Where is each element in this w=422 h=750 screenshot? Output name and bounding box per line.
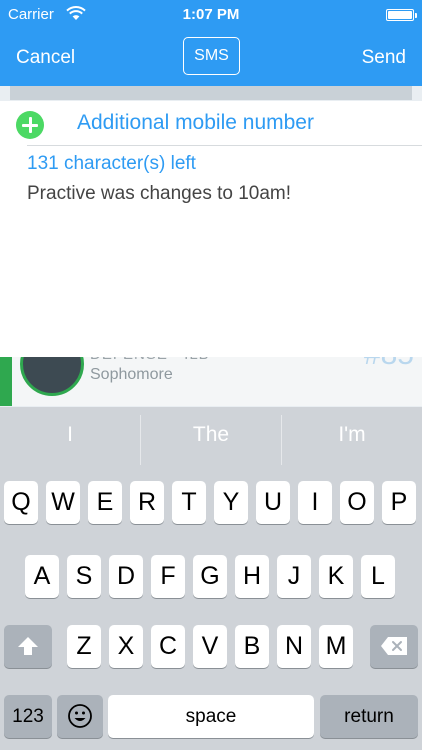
key-s[interactable]: S — [67, 555, 101, 598]
key-e[interactable]: E — [88, 481, 122, 524]
suggestion-2[interactable]: The — [141, 407, 281, 465]
status-bar: Carrier 1:07 PM — [0, 0, 422, 30]
status-time: 1:07 PM — [182, 6, 240, 23]
emoji-icon — [68, 704, 92, 728]
message-text-area[interactable]: Practive was changes to 10am! — [27, 183, 291, 205]
add-circle-icon[interactable] — [16, 111, 44, 139]
delete-icon — [381, 637, 407, 655]
key-q[interactable]: Q — [4, 481, 38, 524]
key-l[interactable]: L — [361, 555, 395, 598]
battery-icon — [386, 9, 417, 21]
return-key[interactable]: return — [320, 695, 418, 738]
delete-key[interactable] — [370, 625, 418, 668]
key-f[interactable]: F — [151, 555, 185, 598]
key-y[interactable]: Y — [214, 481, 248, 524]
avatar — [20, 354, 84, 396]
space-key[interactable]: space — [108, 695, 314, 738]
key-c[interactable]: C — [151, 625, 185, 668]
key-m[interactable]: M — [319, 625, 353, 668]
key-x[interactable]: X — [109, 625, 143, 668]
cancel-button[interactable]: Cancel — [16, 47, 75, 69]
add-mobile-number-row[interactable]: Additional mobile number — [0, 101, 422, 145]
key-b[interactable]: B — [235, 625, 269, 668]
shift-icon — [18, 637, 38, 655]
key-d[interactable]: D — [109, 555, 143, 598]
key-h[interactable]: H — [235, 555, 269, 598]
player-year: Sophomore — [90, 366, 173, 383]
shift-key[interactable] — [4, 625, 52, 668]
row-accent-bar — [0, 354, 12, 406]
add-mobile-number-label[interactable]: Additional mobile number — [77, 111, 314, 135]
key-k[interactable]: K — [319, 555, 353, 598]
background-sheet-edge — [10, 86, 412, 100]
numbers-key[interactable]: 123 — [4, 695, 52, 738]
key-v[interactable]: V — [193, 625, 227, 668]
key-w[interactable]: W — [46, 481, 80, 524]
key-a[interactable]: A — [25, 555, 59, 598]
keyboard: I The I'm Q W E R T Y U I O P A S D F G … — [0, 407, 422, 750]
key-i[interactable]: I — [298, 481, 332, 524]
key-z[interactable]: Z — [67, 625, 101, 668]
send-button[interactable]: Send — [362, 47, 406, 69]
key-n[interactable]: N — [277, 625, 311, 668]
key-g[interactable]: G — [193, 555, 227, 598]
background-player-row: DEFENSE - ILB Sophomore #85 — [0, 354, 422, 406]
suggestion-1[interactable]: I — [0, 407, 140, 465]
key-p[interactable]: P — [382, 481, 416, 524]
key-t[interactable]: T — [172, 481, 206, 524]
key-j[interactable]: J — [277, 555, 311, 598]
character-counter: 131 character(s) left — [27, 153, 196, 174]
navigation-bar: Carrier 1:07 PM Cancel SMS Send — [0, 0, 422, 86]
compose-card: Additional mobile number 131 character(s… — [0, 101, 422, 357]
suggestion-3[interactable]: I'm — [282, 407, 422, 465]
sms-button[interactable]: SMS — [183, 37, 240, 75]
key-o[interactable]: O — [340, 481, 374, 524]
suggestion-bar: I The I'm — [0, 407, 422, 465]
key-r[interactable]: R — [130, 481, 164, 524]
emoji-key[interactable] — [57, 695, 103, 738]
key-u[interactable]: U — [256, 481, 290, 524]
divider — [27, 145, 422, 146]
